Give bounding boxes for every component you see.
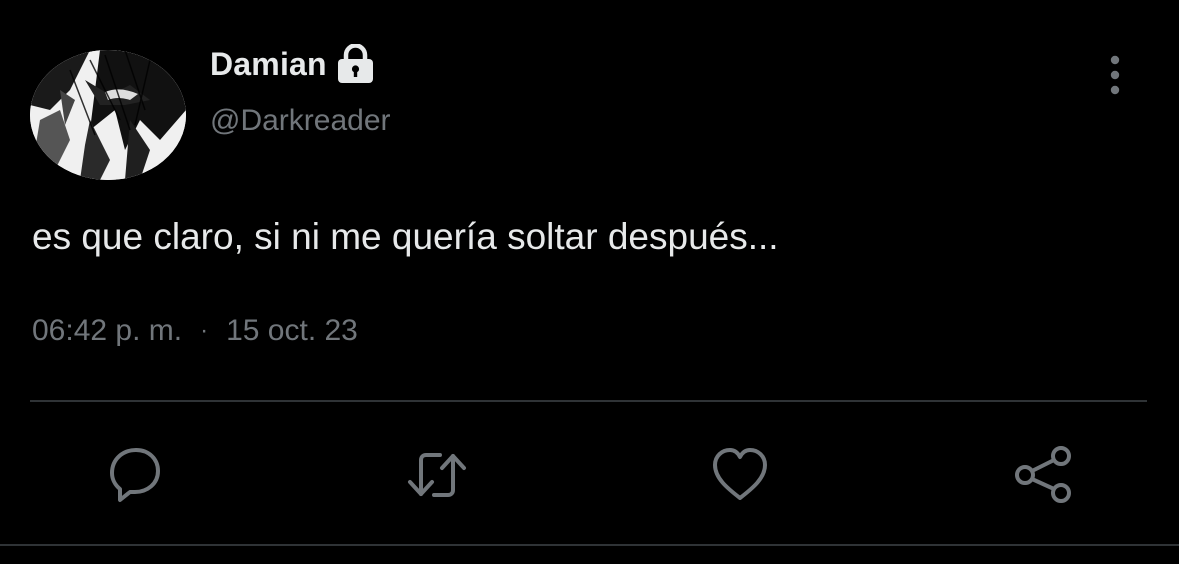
user-handle[interactable]: @Darkreader <box>210 104 391 138</box>
more-options-button[interactable] <box>1100 52 1130 98</box>
heart-icon <box>713 448 767 500</box>
tweet-text: es que claro, si ni me quería soltar des… <box>32 216 779 257</box>
tweet-actions <box>0 440 1179 510</box>
reply-bubble-icon <box>110 448 160 502</box>
share-icon <box>1015 446 1071 503</box>
avatar-illustration <box>30 50 186 180</box>
reply-button[interactable] <box>100 440 170 510</box>
divider <box>30 400 1147 402</box>
bottom-divider <box>0 544 1179 546</box>
tweet-time[interactable]: 06:42 p. m. <box>32 314 182 348</box>
avatar[interactable] <box>30 50 186 180</box>
lock-icon <box>337 44 374 84</box>
retweet-icon <box>408 453 466 497</box>
like-button[interactable] <box>705 440 775 510</box>
share-button[interactable] <box>1008 440 1078 510</box>
retweet-button[interactable] <box>402 440 472 510</box>
meta-separator: · <box>200 317 209 344</box>
tweet-date[interactable]: 15 oct. 23 <box>226 314 358 348</box>
display-name[interactable]: Damian <box>210 46 327 83</box>
tweet-meta: 06:42 p. m. · 15 oct. 23 <box>32 314 358 348</box>
author-name-row: Damian <box>210 42 374 86</box>
more-vertical-icon <box>1110 55 1120 95</box>
